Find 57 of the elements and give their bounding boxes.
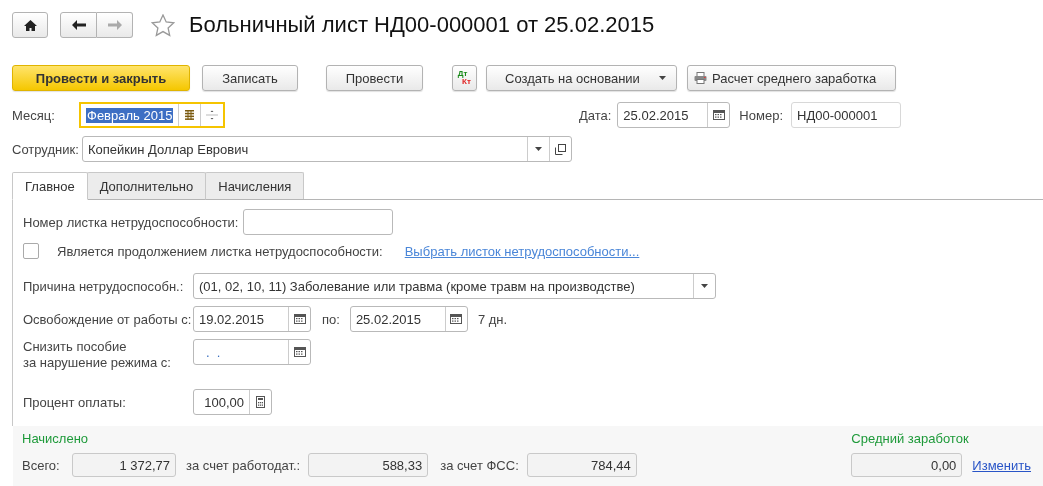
change-link[interactable]: Изменить <box>972 457 1031 473</box>
field-label: Причина нетрудоспособн.: <box>23 278 185 294</box>
print-button[interactable]: Расчет среднего заработка <box>687 65 896 91</box>
field-label: Номер: <box>739 107 783 123</box>
number-field[interactable]: НД00-000001 <box>791 102 901 128</box>
toolbar-button[interactable]: Провести <box>326 65 423 91</box>
employee-field[interactable]: Копейкин Доллар Еврович <box>82 136 572 162</box>
create-based-on-button[interactable]: Создать на основании <box>486 65 677 91</box>
month-field[interactable]: Февраль 2015 <box>79 102 225 128</box>
field-label: Месяц: <box>12 107 56 123</box>
calculator-icon <box>256 396 265 408</box>
left-arrow-icon <box>71 20 86 30</box>
section-title: Средний заработок <box>851 431 970 446</box>
home-icon <box>23 19 37 31</box>
amount-field[interactable]: 588,33 <box>308 453 429 477</box>
window-title: Больничный лист НД00-000001 от 25.02.2015 <box>189 12 655 38</box>
journal-entries-button[interactable]: Дт Кт <box>452 65 477 91</box>
amount-field[interactable]: 784,44 <box>526 453 637 477</box>
tab[interactable]: Начисления <box>205 172 305 200</box>
caret-icon <box>701 284 708 288</box>
select-sick-note-link[interactable]: Выбрать листок нетрудоспособности... <box>404 243 640 259</box>
star-icon[interactable] <box>151 13 175 37</box>
tab[interactable]: Дополнительно <box>86 172 207 200</box>
checkbox[interactable] <box>23 243 39 259</box>
field-label: Дата: <box>578 107 612 123</box>
caret-icon <box>659 76 666 80</box>
field-label: за счет ФСС: <box>440 457 519 473</box>
reason-field[interactable]: (01, 02, 10, 11) Заболевание или травма (кроме травм на производстве) <box>193 273 716 299</box>
home-button[interactable] <box>12 12 48 38</box>
date-field[interactable]: 25.02.2015 <box>617 102 731 128</box>
field-label: Сотрудник: <box>12 141 80 157</box>
field-label: Освобождение от работы с: <box>23 311 193 327</box>
average-earnings-field[interactable]: 0,00 <box>851 453 963 477</box>
tab[interactable]: Главное <box>12 172 88 200</box>
field-label: Всего: <box>22 457 61 473</box>
field-label: Снизить пособие за нарушение режима с: <box>23 339 172 371</box>
field-label: Номер листка нетрудоспособности: <box>23 214 240 230</box>
open-icon <box>555 143 566 155</box>
back-button[interactable] <box>60 12 97 38</box>
caret-icon <box>535 147 542 151</box>
post-and-close-button[interactable]: Провести и закрыть <box>12 65 190 91</box>
reduce-date-field[interactable]: . . <box>193 339 311 365</box>
field-label: по: <box>322 311 340 327</box>
date-to-field[interactable]: 25.02.2015 <box>349 306 468 332</box>
amount-field[interactable]: 1 372,77 <box>72 453 176 477</box>
toolbar-button[interactable]: Записать <box>202 65 298 91</box>
field-label: за счет работодат.: <box>186 457 301 473</box>
percent-field[interactable]: 100,00 <box>193 389 272 415</box>
field-label: Процент оплаты: <box>23 394 127 410</box>
spin-icon <box>205 108 218 122</box>
days-count: 7 дн. <box>477 311 508 327</box>
printer-icon <box>694 72 707 84</box>
section-title: Начислено <box>22 431 90 446</box>
field-label: Является продолжением листка нетрудоспособности: <box>57 243 383 259</box>
sick-note-number-field[interactable] <box>243 209 393 235</box>
right-arrow-icon <box>107 20 122 30</box>
date-from-field[interactable]: 19.02.2015 <box>193 306 311 332</box>
